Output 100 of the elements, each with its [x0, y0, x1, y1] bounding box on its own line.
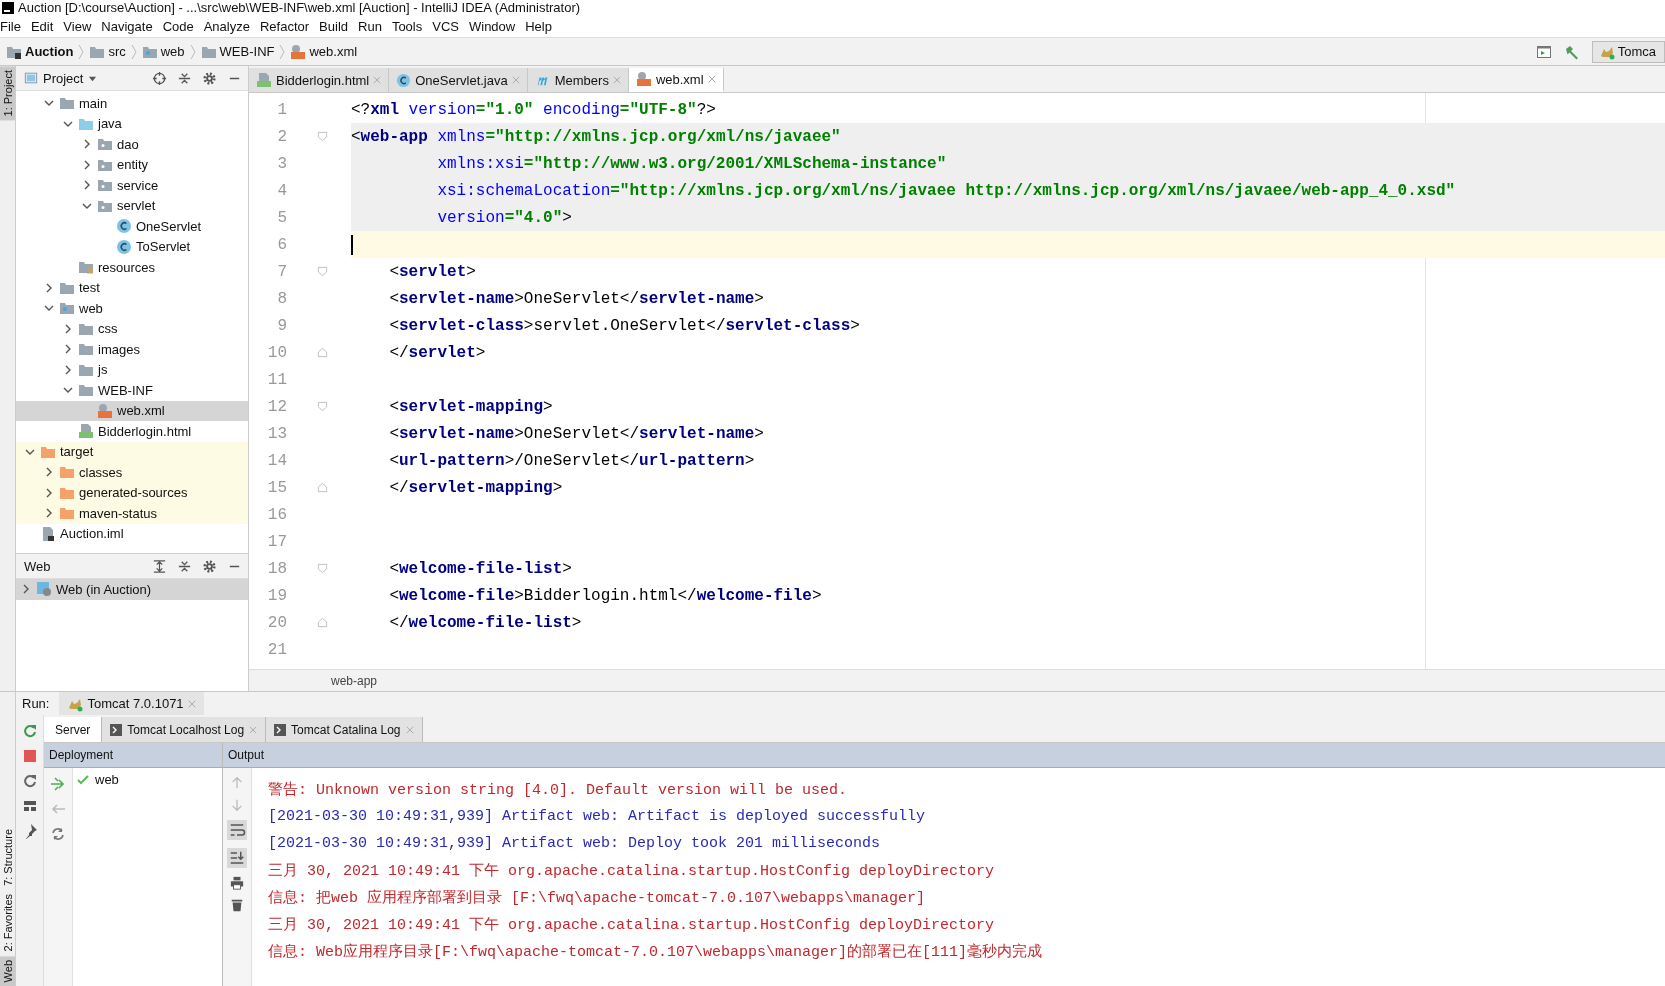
chevron-right-icon[interactable]	[63, 323, 73, 334]
tree-item[interactable]: web	[16, 298, 248, 319]
editor-tab[interactable]: Members	[527, 68, 629, 92]
line-number: 16	[266, 505, 288, 524]
menu-item[interactable]: Build	[314, 16, 353, 36]
breadcrumb-item[interactable]: src	[86, 41, 129, 62]
tree-item[interactable]: classes	[16, 462, 248, 483]
menu-item[interactable]: Analyze	[198, 16, 255, 36]
print-icon[interactable]	[230, 876, 244, 890]
menu-item[interactable]: Run	[353, 16, 387, 36]
breadcrumb-item[interactable]: WEB-INF	[197, 41, 278, 62]
tree-item[interactable]: target	[16, 441, 248, 462]
trash-icon[interactable]	[230, 898, 244, 912]
menu-item[interactable]: Navigate	[96, 16, 158, 36]
menu-item[interactable]: Window	[463, 16, 521, 36]
web-folder-icon	[59, 300, 75, 317]
refresh-icon[interactable]	[21, 773, 38, 789]
panel-title: Web	[24, 558, 51, 574]
menu-item[interactable]: View	[58, 16, 97, 36]
menu-item[interactable]: File	[0, 16, 26, 36]
editor-tab[interactable]: Bidderlogin.html	[249, 68, 390, 92]
chevron-right-icon[interactable]	[44, 508, 54, 519]
code-line: <servlet-name>OneServlet</servlet-name>	[388, 424, 764, 443]
tree-item[interactable]: service	[16, 175, 248, 196]
tree-item[interactable]: Auction.iml	[16, 523, 248, 544]
tree-item[interactable]: web.xml	[16, 400, 248, 421]
tree-item[interactable]: test	[16, 277, 248, 298]
tree-item[interactable]: OneServlet	[16, 216, 248, 237]
html-file-icon	[78, 423, 94, 440]
run-tab[interactable]: Tomcat 7.0.1071	[59, 692, 204, 715]
chevron-right-icon[interactable]	[82, 159, 92, 170]
settings-icon[interactable]	[202, 70, 217, 86]
line-number: 6	[276, 235, 288, 254]
chevron-right-icon[interactable]	[21, 584, 31, 595]
editor-tab[interactable]: web.xml	[628, 68, 724, 92]
text-caret	[351, 234, 353, 255]
scroll-to-end-icon[interactable]	[227, 848, 247, 868]
breadcrumb-item[interactable]: web	[138, 41, 188, 62]
tree-item[interactable]: images	[16, 339, 248, 360]
chevron-right-icon[interactable]	[82, 139, 92, 150]
stop-icon[interactable]	[21, 748, 38, 764]
code-line: <servlet-name>OneServlet</servlet-name>	[388, 289, 764, 308]
tree-item[interactable]: main	[16, 93, 248, 114]
side-tab[interactable]: 1: Project	[0, 66, 15, 121]
menu-item[interactable]: VCS	[427, 16, 464, 36]
tree-item[interactable]: dao	[16, 134, 248, 155]
side-tab[interactable]: Web	[0, 955, 15, 986]
side-tab[interactable]: 7: Structure	[0, 825, 15, 891]
expand-icon[interactable]	[152, 558, 167, 574]
tree-item[interactable]: Web (in Auction)	[16, 579, 248, 600]
run-window-icon[interactable]	[1535, 43, 1552, 60]
resources-folder-icon	[78, 259, 94, 276]
breadcrumb-item[interactable]: Auction	[3, 41, 77, 62]
chevron-right-icon[interactable]	[44, 467, 54, 478]
tree-item[interactable]: maven-status	[16, 503, 248, 524]
deployment-item[interactable]: web	[95, 772, 119, 787]
rerun-icon[interactable]	[21, 723, 38, 739]
side-tab[interactable]: 2: Favorites	[0, 890, 15, 956]
class-icon	[116, 218, 132, 235]
tree-item[interactable]: css	[16, 318, 248, 339]
log-tab[interactable]: Tomcat Catalina Log	[266, 717, 423, 742]
tree-item[interactable]: Bidderlogin.html	[16, 421, 248, 442]
tree-item[interactable]: ToServlet	[16, 236, 248, 257]
editor-tab[interactable]: OneServlet.java	[389, 68, 528, 92]
run-config-dropdown[interactable]: Tomca	[1591, 40, 1665, 63]
log-tab[interactable]: Tomcat Localhost Log	[102, 717, 267, 742]
chevron-right-icon[interactable]	[44, 487, 54, 498]
menu-item[interactable]: Refactor	[254, 16, 315, 36]
line-number: 15	[266, 478, 288, 497]
chevron-right-icon[interactable]	[82, 180, 92, 191]
chevron-right-icon[interactable]	[63, 364, 73, 375]
menu-item[interactable]: Help	[520, 16, 557, 36]
settings-icon[interactable]	[202, 558, 217, 574]
tree-item[interactable]: resources	[16, 257, 248, 278]
log-tab[interactable]: Server	[44, 717, 103, 742]
menu-item[interactable]: Code	[157, 16, 199, 36]
module-file-icon	[40, 525, 56, 542]
code-line: version="4.0">	[436, 208, 572, 227]
line-number: 19	[266, 586, 288, 605]
tree-item[interactable]: WEB-INF	[16, 380, 248, 401]
deploy-icon[interactable]	[50, 776, 66, 792]
chevron-right-icon[interactable]	[63, 344, 73, 355]
tree-item[interactable]: generated-sources	[16, 482, 248, 503]
tree-item[interactable]: servlet	[16, 195, 248, 216]
menu-item[interactable]: Edit	[25, 16, 59, 36]
hammer-icon[interactable]	[1563, 43, 1580, 60]
line-number: 2	[276, 127, 288, 146]
target-icon[interactable]	[152, 70, 167, 86]
chevron-right-icon[interactable]	[44, 282, 54, 293]
code-line: <servlet-mapping>	[388, 397, 553, 416]
tree-item[interactable]: java	[16, 113, 248, 134]
menu-item[interactable]: Tools	[386, 16, 428, 36]
sync-icon[interactable]	[50, 826, 66, 842]
code-line: </welcome-file-list>	[388, 613, 582, 632]
soft-wrap-icon[interactable]	[227, 820, 247, 840]
tree-item[interactable]: js	[16, 359, 248, 380]
tree-item[interactable]: entity	[16, 154, 248, 175]
breadcrumb-item[interactable]: web.xml	[287, 41, 361, 62]
layout-icon[interactable]	[21, 798, 38, 814]
editor-breadcrumb[interactable]: web-app	[331, 673, 378, 688]
